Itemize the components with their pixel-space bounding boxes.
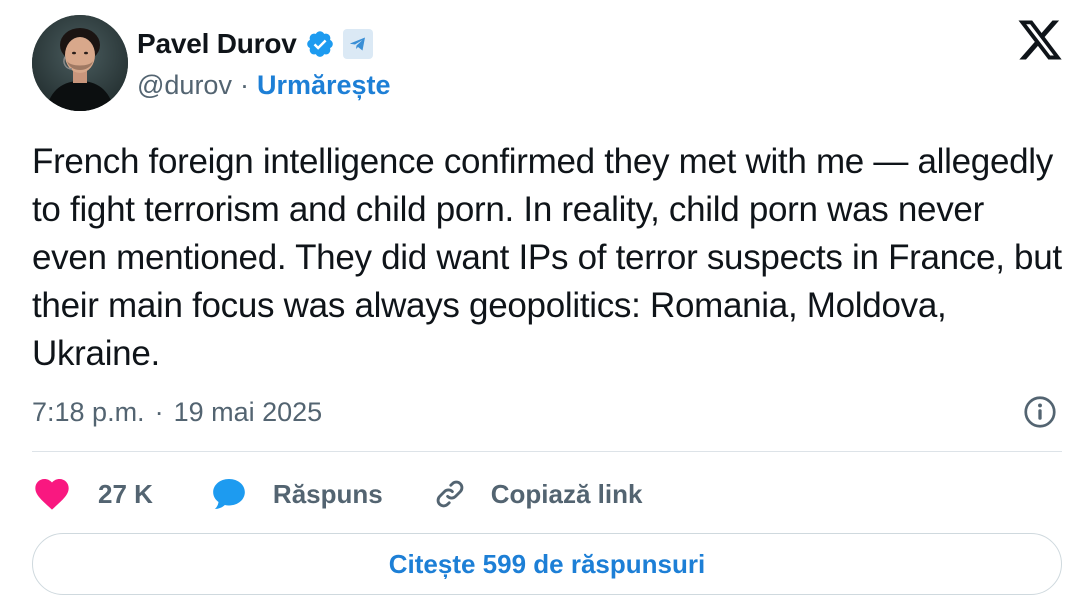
separator-dot: ·	[239, 69, 249, 100]
tweet-card: Pavel Durov @durov · Urmărește French fo…	[0, 0, 1080, 616]
tweet-time: 7:18 p.m.	[32, 396, 145, 427]
like-button[interactable]: 27 K	[32, 474, 153, 514]
reply-label: Răspuns	[272, 478, 383, 509]
author-name[interactable]: Pavel Durov	[137, 28, 297, 60]
author-handle[interactable]: @durov	[137, 70, 232, 101]
author-name-row: Pavel Durov	[137, 24, 373, 64]
divider	[32, 451, 1062, 452]
tweet-text: French foreign intelligence confirmed th…	[32, 142, 1062, 373]
heart-icon	[35, 479, 69, 510]
reply-button[interactable]: Răspuns	[209, 474, 383, 514]
separator-dot: ·	[154, 396, 164, 427]
copy-link-button[interactable]: Copiază link	[431, 475, 643, 513]
follow-link[interactable]: Urmărește	[257, 70, 391, 101]
reply-bubble-icon	[213, 479, 245, 509]
verified-badge-icon	[305, 29, 335, 59]
action-bar: 27 K Răspuns Copiază link	[32, 472, 642, 516]
link-icon	[436, 480, 464, 508]
handle-row: @durov · Urmărește	[137, 66, 391, 104]
avatar[interactable]	[32, 15, 128, 111]
read-replies-label: Citește 599 de răspunsuri	[388, 548, 706, 579]
copy-link-label: Copiază link	[490, 478, 643, 509]
telegram-icon	[342, 29, 373, 59]
like-count: 27 K	[98, 478, 153, 509]
avatar-photo	[32, 15, 128, 111]
info-icon[interactable]	[1022, 394, 1058, 430]
read-replies-button[interactable]: Citește 599 de răspunsuri	[32, 533, 1062, 595]
tweet-timestamp[interactable]: 7:18 p.m. · 19 mai 2025	[32, 392, 322, 432]
tweet-date: 19 mai 2025	[173, 396, 323, 427]
x-logo-icon[interactable]	[1016, 16, 1064, 64]
